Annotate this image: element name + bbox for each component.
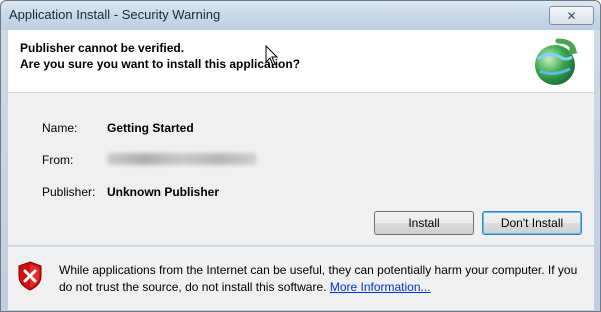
name-value: Getting Started bbox=[107, 121, 194, 135]
publisher-value: Unknown Publisher bbox=[107, 185, 220, 199]
warning-heading: Publisher cannot be verified. bbox=[20, 41, 185, 55]
dont-install-button[interactable]: Don't Install bbox=[482, 211, 582, 235]
title-bar[interactable]: Application Install - Security Warning ✕ bbox=[1, 1, 600, 30]
more-information-link[interactable]: More Information... bbox=[330, 280, 431, 294]
from-label: From: bbox=[42, 153, 74, 167]
footer-warning: While applications from the Internet can… bbox=[59, 262, 579, 296]
install-button[interactable]: Install bbox=[374, 211, 474, 235]
header-panel: Publisher cannot be verified. Are you su… bbox=[8, 30, 594, 93]
close-button[interactable]: ✕ bbox=[549, 6, 594, 25]
window-title: Application Install - Security Warning bbox=[9, 7, 221, 22]
globe-install-icon bbox=[535, 38, 578, 85]
footer-panel: While applications from the Internet can… bbox=[8, 246, 594, 310]
footer-warning-text: While applications from the Internet can… bbox=[59, 263, 578, 294]
from-value-blurred bbox=[107, 153, 257, 165]
mouse-pointer-icon bbox=[265, 45, 279, 66]
name-label: Name: bbox=[42, 121, 78, 135]
security-shield-x-icon bbox=[18, 261, 42, 291]
publisher-label: Publisher: bbox=[42, 185, 96, 199]
security-warning-dialog: Application Install - Security Warning ✕… bbox=[0, 0, 601, 312]
details-panel: Name: Getting Started From: Publisher: U… bbox=[8, 93, 594, 245]
warning-question: Are you sure you want to install this ap… bbox=[20, 57, 301, 71]
close-icon: ✕ bbox=[566, 8, 577, 23]
